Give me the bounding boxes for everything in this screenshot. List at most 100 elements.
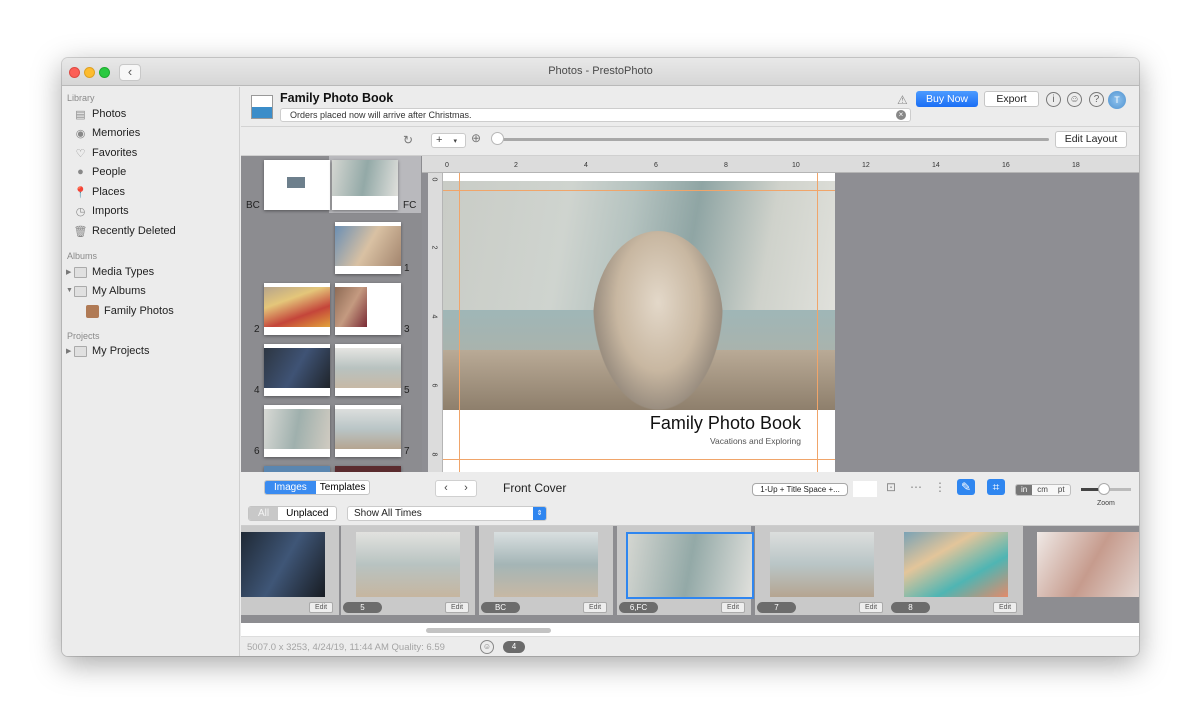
horizontal-scrollbar[interactable] bbox=[241, 623, 1139, 637]
page-thumb[interactable] bbox=[335, 222, 401, 274]
time-filter-select[interactable]: Show All Times ⇕ bbox=[347, 506, 547, 521]
current-page-name: Front Cover bbox=[503, 481, 567, 495]
sidebar-item-memories[interactable]: ◉ Memories bbox=[74, 125, 141, 141]
help-icon[interactable]: ? bbox=[1089, 92, 1104, 107]
page-thumb[interactable] bbox=[264, 405, 330, 457]
edit-button[interactable]: Edit bbox=[993, 602, 1017, 613]
magic-wand-icon[interactable]: ✎ bbox=[957, 479, 975, 495]
window-title: Photos - PrestoPhoto bbox=[548, 65, 653, 77]
ruler-tick: 4 bbox=[584, 162, 588, 169]
ruler-tick: 18 bbox=[1072, 162, 1080, 169]
image-cell[interactable]: 8 Edit bbox=[889, 526, 1023, 615]
memories-icon: ◉ bbox=[75, 127, 86, 140]
sidebar-item-photos[interactable]: ▤ Photos bbox=[74, 106, 126, 122]
buy-now-button[interactable]: Buy Now bbox=[916, 91, 978, 107]
edit-layout-button[interactable]: Edit Layout bbox=[1055, 131, 1127, 148]
sidebar-item-imports[interactable]: ◷ Imports bbox=[74, 203, 129, 219]
edit-button[interactable]: Edit bbox=[445, 602, 469, 613]
page-label: 3 bbox=[404, 324, 410, 335]
page-thumb[interactable] bbox=[335, 344, 401, 396]
image-cell[interactable]: Edit bbox=[1023, 526, 1139, 615]
disclosure-right-icon[interactable]: ▶ bbox=[66, 347, 71, 355]
add-dropdown[interactable]: + ▾ bbox=[431, 133, 466, 148]
editor-toolbar: ↻ + ▾ ⊕ Edit Layout bbox=[241, 128, 1139, 156]
image-thumbnail bbox=[626, 532, 754, 599]
page-canvas: 0 2 4 6 8 10 12 14 16 18 0 2 4 6 8 Famil… bbox=[422, 156, 1139, 472]
warning-icon[interactable]: ⚠ bbox=[897, 93, 908, 107]
image-cell[interactable]: Edit bbox=[241, 526, 339, 615]
edit-button[interactable]: Edit bbox=[859, 602, 883, 613]
sidebar-item-recently-deleted[interactable]: 🗑 Recently Deleted bbox=[74, 223, 176, 239]
zoom-label: Zoom bbox=[1097, 500, 1115, 507]
scrollbar-thumb[interactable] bbox=[426, 628, 551, 633]
sidebar-item-favorites[interactable]: ♡ Favorites bbox=[74, 145, 138, 161]
disclosure-down-icon[interactable]: ▼ bbox=[66, 287, 73, 294]
zoom-slider-handle[interactable] bbox=[491, 132, 504, 145]
unit-cm[interactable]: cm bbox=[1032, 485, 1053, 495]
fit-frame-icon[interactable]: ⊡ bbox=[882, 479, 900, 495]
pin-icon: 📍 bbox=[73, 186, 88, 199]
image-cell[interactable]: BC Edit bbox=[479, 526, 613, 615]
margin-guide bbox=[459, 173, 460, 472]
folder-icon bbox=[74, 266, 87, 278]
feedback-icon[interactable]: ☺ bbox=[1067, 92, 1082, 107]
page-thumb[interactable] bbox=[264, 283, 330, 335]
horizontal-grid-icon[interactable]: ⋯ bbox=[907, 479, 925, 495]
info-icon[interactable]: i bbox=[1046, 92, 1061, 107]
page-thumb[interactable] bbox=[335, 405, 401, 457]
page-thumb-front-cover[interactable] bbox=[332, 160, 398, 210]
vertical-grid-icon[interactable]: ⋮ bbox=[931, 479, 949, 495]
tab-templates[interactable]: Templates bbox=[316, 481, 370, 494]
cover-subtitle[interactable]: Vacations and Exploring bbox=[710, 436, 801, 446]
filter-all[interactable]: All bbox=[249, 507, 279, 520]
export-button[interactable]: Export bbox=[984, 91, 1039, 107]
sidebar-item-people[interactable]: ● People bbox=[74, 164, 126, 180]
sidebar-item-label: Places bbox=[92, 186, 126, 198]
image-cell[interactable]: 5 Edit bbox=[341, 526, 475, 615]
filter-unplaced[interactable]: Unplaced bbox=[278, 507, 336, 520]
previous-page-button[interactable]: ‹ bbox=[436, 481, 456, 496]
page-label: 1 bbox=[404, 263, 410, 274]
page-thumb[interactable] bbox=[264, 344, 330, 396]
quality-face-icon: ☺ bbox=[480, 640, 494, 654]
layout-select[interactable]: 1-Up + Title Space +... bbox=[752, 483, 848, 496]
ruler-tick: 4 bbox=[430, 314, 438, 319]
folder-icon bbox=[74, 345, 87, 357]
main-area: Family Photo Book Orders placed now will… bbox=[241, 87, 1139, 656]
title-bar: ‹ Photos - PrestoPhoto bbox=[62, 58, 1139, 86]
background-color-swatch[interactable] bbox=[853, 481, 877, 497]
sidebar-item-family-photos[interactable]: Family Photos bbox=[86, 303, 174, 319]
unit-in[interactable]: in bbox=[1016, 485, 1033, 495]
page-nav: ‹ › bbox=[435, 480, 477, 497]
edit-button[interactable]: Edit bbox=[309, 602, 333, 613]
page-thumb[interactable] bbox=[335, 283, 401, 335]
zoom-slider-handle[interactable] bbox=[1098, 483, 1110, 495]
avatar[interactable]: T bbox=[1108, 91, 1126, 109]
bottom-panel: Images Templates ‹ › Front Cover 1-Up + … bbox=[241, 472, 1139, 526]
cover-title[interactable]: Family Photo Book bbox=[650, 413, 801, 434]
sidebar-item-my-albums[interactable]: My Albums bbox=[74, 283, 146, 299]
zoom-slider-track[interactable] bbox=[494, 138, 1049, 141]
sidebar-item-my-projects[interactable]: My Projects bbox=[74, 343, 149, 359]
margin-guide bbox=[817, 173, 818, 472]
crop-icon[interactable]: ⌗ bbox=[987, 479, 1005, 495]
image-cell[interactable]: 7 Edit bbox=[755, 526, 889, 615]
notice-text: Orders placed now will arrive after Chri… bbox=[290, 110, 472, 120]
disclosure-right-icon[interactable]: ▶ bbox=[66, 268, 71, 276]
sidebar-item-places[interactable]: 📍 Places bbox=[74, 184, 125, 200]
cover-photo[interactable] bbox=[443, 181, 835, 410]
panel-tabs: Images Templates bbox=[264, 480, 371, 495]
edit-button[interactable]: Edit bbox=[583, 602, 607, 613]
page-thumb-back-cover[interactable] bbox=[264, 160, 330, 210]
image-cell-selected[interactable]: 6,FC Edit bbox=[617, 526, 754, 615]
edit-button[interactable]: Edit bbox=[721, 602, 745, 613]
tab-images[interactable]: Images bbox=[265, 481, 316, 494]
refresh-icon[interactable]: ↻ bbox=[403, 133, 413, 147]
ruler-tick: 8 bbox=[724, 162, 728, 169]
placement-badge: 7 bbox=[757, 602, 796, 613]
next-page-button[interactable]: › bbox=[456, 481, 476, 496]
unit-pt[interactable]: pt bbox=[1053, 485, 1070, 495]
sidebar-item-media-types[interactable]: Media Types bbox=[74, 264, 154, 280]
dismiss-icon[interactable]: × bbox=[896, 110, 906, 120]
front-cover-page[interactable]: Family Photo Book Vacations and Explorin… bbox=[443, 173, 835, 472]
